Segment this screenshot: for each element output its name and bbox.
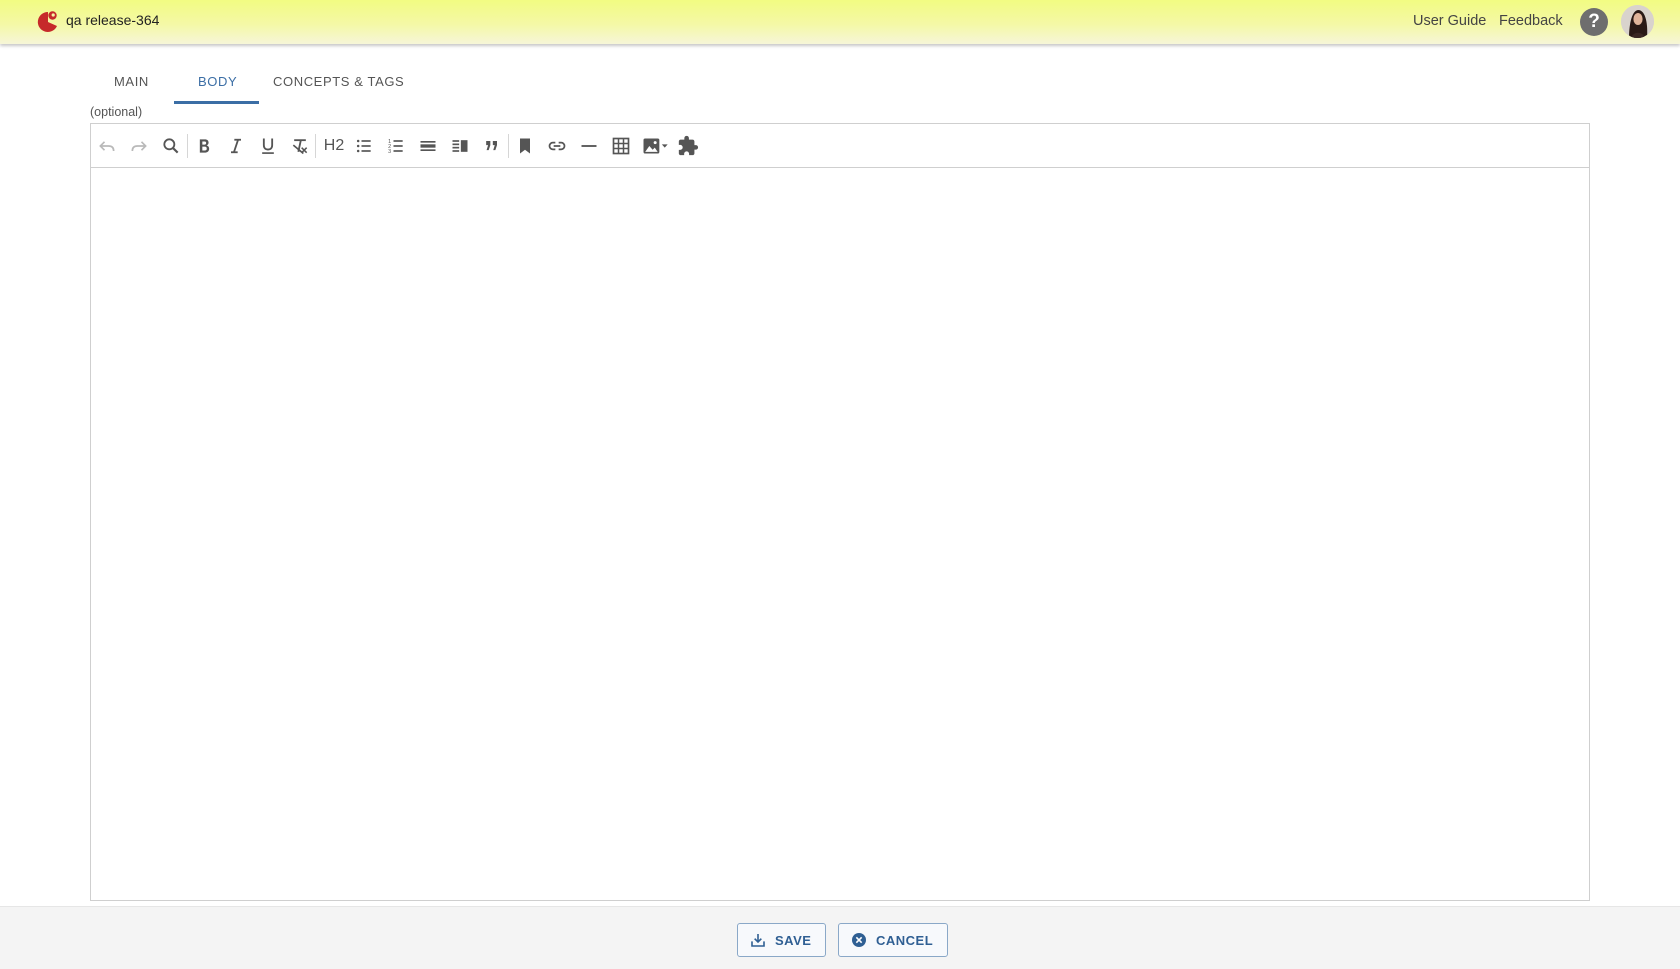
rich-text-editor: H2 123 bbox=[90, 123, 1590, 901]
plugin-icon[interactable] bbox=[675, 134, 701, 158]
italic-icon[interactable] bbox=[223, 134, 249, 158]
toolbar-divider bbox=[315, 134, 316, 158]
heading-h2-label: H2 bbox=[323, 137, 345, 154]
bulleted-list-icon[interactable] bbox=[351, 134, 377, 158]
bold-icon[interactable] bbox=[191, 134, 217, 158]
numbered-list-icon[interactable]: 123 bbox=[383, 134, 409, 158]
user-guide-link[interactable]: User Guide bbox=[1413, 13, 1486, 29]
search-icon[interactable] bbox=[158, 134, 184, 158]
table-icon[interactable] bbox=[608, 134, 634, 158]
active-tab-indicator bbox=[174, 101, 259, 104]
block-icon[interactable] bbox=[415, 134, 441, 158]
tab-body[interactable]: BODY bbox=[198, 74, 237, 89]
clear-formatting-icon[interactable] bbox=[287, 134, 313, 158]
undo-icon[interactable] bbox=[94, 134, 120, 158]
app-logo-icon[interactable] bbox=[35, 9, 59, 35]
avatar[interactable] bbox=[1621, 5, 1654, 38]
save-download-icon bbox=[750, 932, 766, 948]
cancel-circle-x-icon bbox=[851, 932, 867, 948]
user-photo bbox=[1621, 5, 1654, 38]
cancel-label: CANCEL bbox=[876, 932, 934, 948]
horizontal-rule-icon[interactable] bbox=[576, 134, 602, 158]
blockquote-icon[interactable] bbox=[479, 134, 505, 158]
top-bar: qa release-364 User Guide Feedback ? bbox=[0, 0, 1680, 44]
field-hint: (optional) bbox=[90, 105, 143, 119]
tab-main[interactable]: MAIN bbox=[114, 74, 149, 89]
app-title[interactable]: qa release-364 bbox=[66, 12, 159, 28]
image-dropdown-icon[interactable] bbox=[639, 134, 673, 158]
underline-icon[interactable] bbox=[255, 134, 281, 158]
save-label: SAVE bbox=[775, 932, 812, 948]
svg-text:3: 3 bbox=[388, 149, 391, 155]
feedback-link[interactable]: Feedback bbox=[1499, 13, 1563, 29]
redo-icon[interactable] bbox=[126, 134, 152, 158]
help-icon[interactable]: ? bbox=[1580, 8, 1608, 36]
action-footer: SAVE CANCEL bbox=[0, 906, 1680, 969]
save-button[interactable]: SAVE bbox=[737, 923, 827, 957]
cancel-button[interactable]: CANCEL bbox=[838, 923, 949, 957]
bookmark-icon[interactable] bbox=[512, 134, 538, 158]
editor-content-area[interactable] bbox=[91, 168, 1589, 900]
editor-toolbar: H2 123 bbox=[91, 124, 1589, 168]
heading-h2-button[interactable]: H2 bbox=[319, 134, 349, 158]
side-content-icon[interactable] bbox=[447, 134, 473, 158]
toolbar-divider bbox=[508, 134, 509, 158]
toolbar-divider bbox=[187, 134, 188, 158]
tab-concepts-tags[interactable]: CONCEPTS & TAGS bbox=[273, 74, 404, 89]
link-icon[interactable] bbox=[544, 134, 570, 158]
